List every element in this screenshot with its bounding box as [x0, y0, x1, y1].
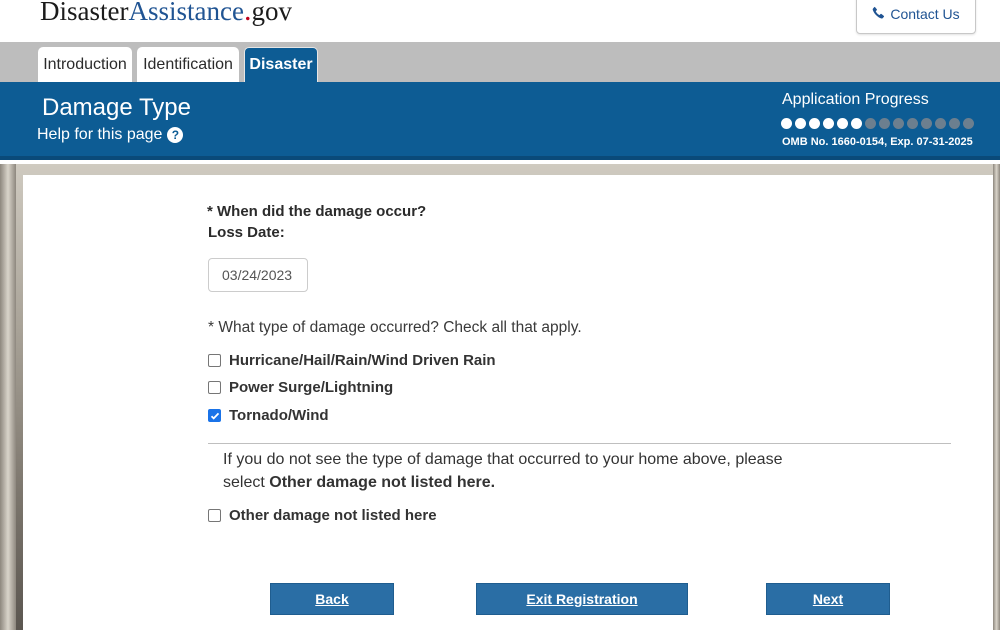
progress-dot — [963, 118, 974, 129]
power-surge-label[interactable]: Power Surge/Lightning — [229, 379, 393, 396]
contact-us-button[interactable]: Contact Us — [856, 0, 976, 34]
progress-dot — [837, 118, 848, 129]
contact-us-label: Contact Us — [890, 6, 960, 22]
other-damage-note-line1: If you do not see the type of damage tha… — [223, 451, 783, 468]
loss-date-input[interactable] — [208, 258, 308, 292]
logo-text-disaster: Disaster — [40, 0, 129, 26]
damage-option-tornado[interactable]: Tornado/Wind — [208, 407, 329, 424]
note-prefix: select — [223, 474, 270, 491]
progress-title: Application Progress — [782, 91, 929, 108]
damage-option-hurricane[interactable]: Hurricane/Hail/Rain/Wind Driven Rain — [208, 352, 496, 369]
power-surge-checkbox[interactable] — [208, 381, 221, 394]
form-panel — [23, 175, 993, 630]
other-damage-checkbox[interactable] — [208, 509, 221, 522]
omb-number: OMB No. 1660-0154, Exp. 07-31-2025 — [782, 136, 973, 148]
logo-text-assistance: Assistance — [128, 0, 244, 26]
site-header: DisasterAssistance.gov Contact Us — [0, 0, 1000, 42]
step-tabs: Introduction Identification Disaster — [0, 42, 1000, 82]
next-button[interactable]: Next — [766, 583, 890, 615]
damage-option-power-surge[interactable]: Power Surge/Lightning — [208, 379, 393, 396]
exit-registration-button[interactable]: Exit Registration — [476, 583, 688, 615]
question-circle-icon: ? — [167, 127, 184, 143]
tab-introduction[interactable]: Introduction — [38, 47, 132, 82]
tab-disaster[interactable]: Disaster — [244, 47, 318, 82]
tornado-label[interactable]: Tornado/Wind — [229, 407, 329, 424]
site-logo[interactable]: DisasterAssistance.gov — [40, 0, 292, 27]
damage-date-question: * When did the damage occur? — [207, 203, 427, 220]
progress-dot — [781, 118, 792, 129]
note-emphasis: Other damage not listed here. — [269, 474, 496, 491]
progress-dot — [907, 118, 918, 129]
other-damage-label[interactable]: Other damage not listed here — [229, 507, 437, 524]
progress-dot — [921, 118, 932, 129]
damage-type-question: * What type of damage occurred? Check al… — [208, 319, 582, 336]
progress-dot — [893, 118, 904, 129]
progress-dot — [865, 118, 876, 129]
hurricane-label[interactable]: Hurricane/Hail/Rain/Wind Driven Rain — [229, 352, 496, 369]
progress-indicator — [781, 118, 974, 129]
loss-date-label: Loss Date: — [208, 224, 285, 241]
back-button[interactable]: Back — [270, 583, 394, 615]
checkmark-icon — [210, 412, 219, 420]
progress-dot — [823, 118, 834, 129]
tab-identification[interactable]: Identification — [137, 47, 239, 82]
progress-dot — [851, 118, 862, 129]
progress-dot — [935, 118, 946, 129]
page-header-band: Damage Type Help for this page ? Applica… — [0, 82, 1000, 160]
page-title: Damage Type — [42, 94, 191, 121]
divider — [208, 443, 951, 444]
damage-option-other[interactable]: Other damage not listed here — [208, 507, 437, 524]
progress-dot — [809, 118, 820, 129]
hurricane-checkbox[interactable] — [208, 354, 221, 367]
tornado-checkbox[interactable] — [208, 409, 221, 422]
logo-text-gov: gov — [251, 0, 292, 26]
phone-icon — [872, 6, 885, 22]
other-damage-note-line2: select Other damage not listed here. — [223, 474, 495, 492]
help-link[interactable]: Help for this page ? — [37, 126, 184, 144]
progress-dot — [949, 118, 960, 129]
progress-dot — [795, 118, 806, 129]
progress-dot — [879, 118, 890, 129]
help-label: Help for this page — [37, 126, 163, 143]
